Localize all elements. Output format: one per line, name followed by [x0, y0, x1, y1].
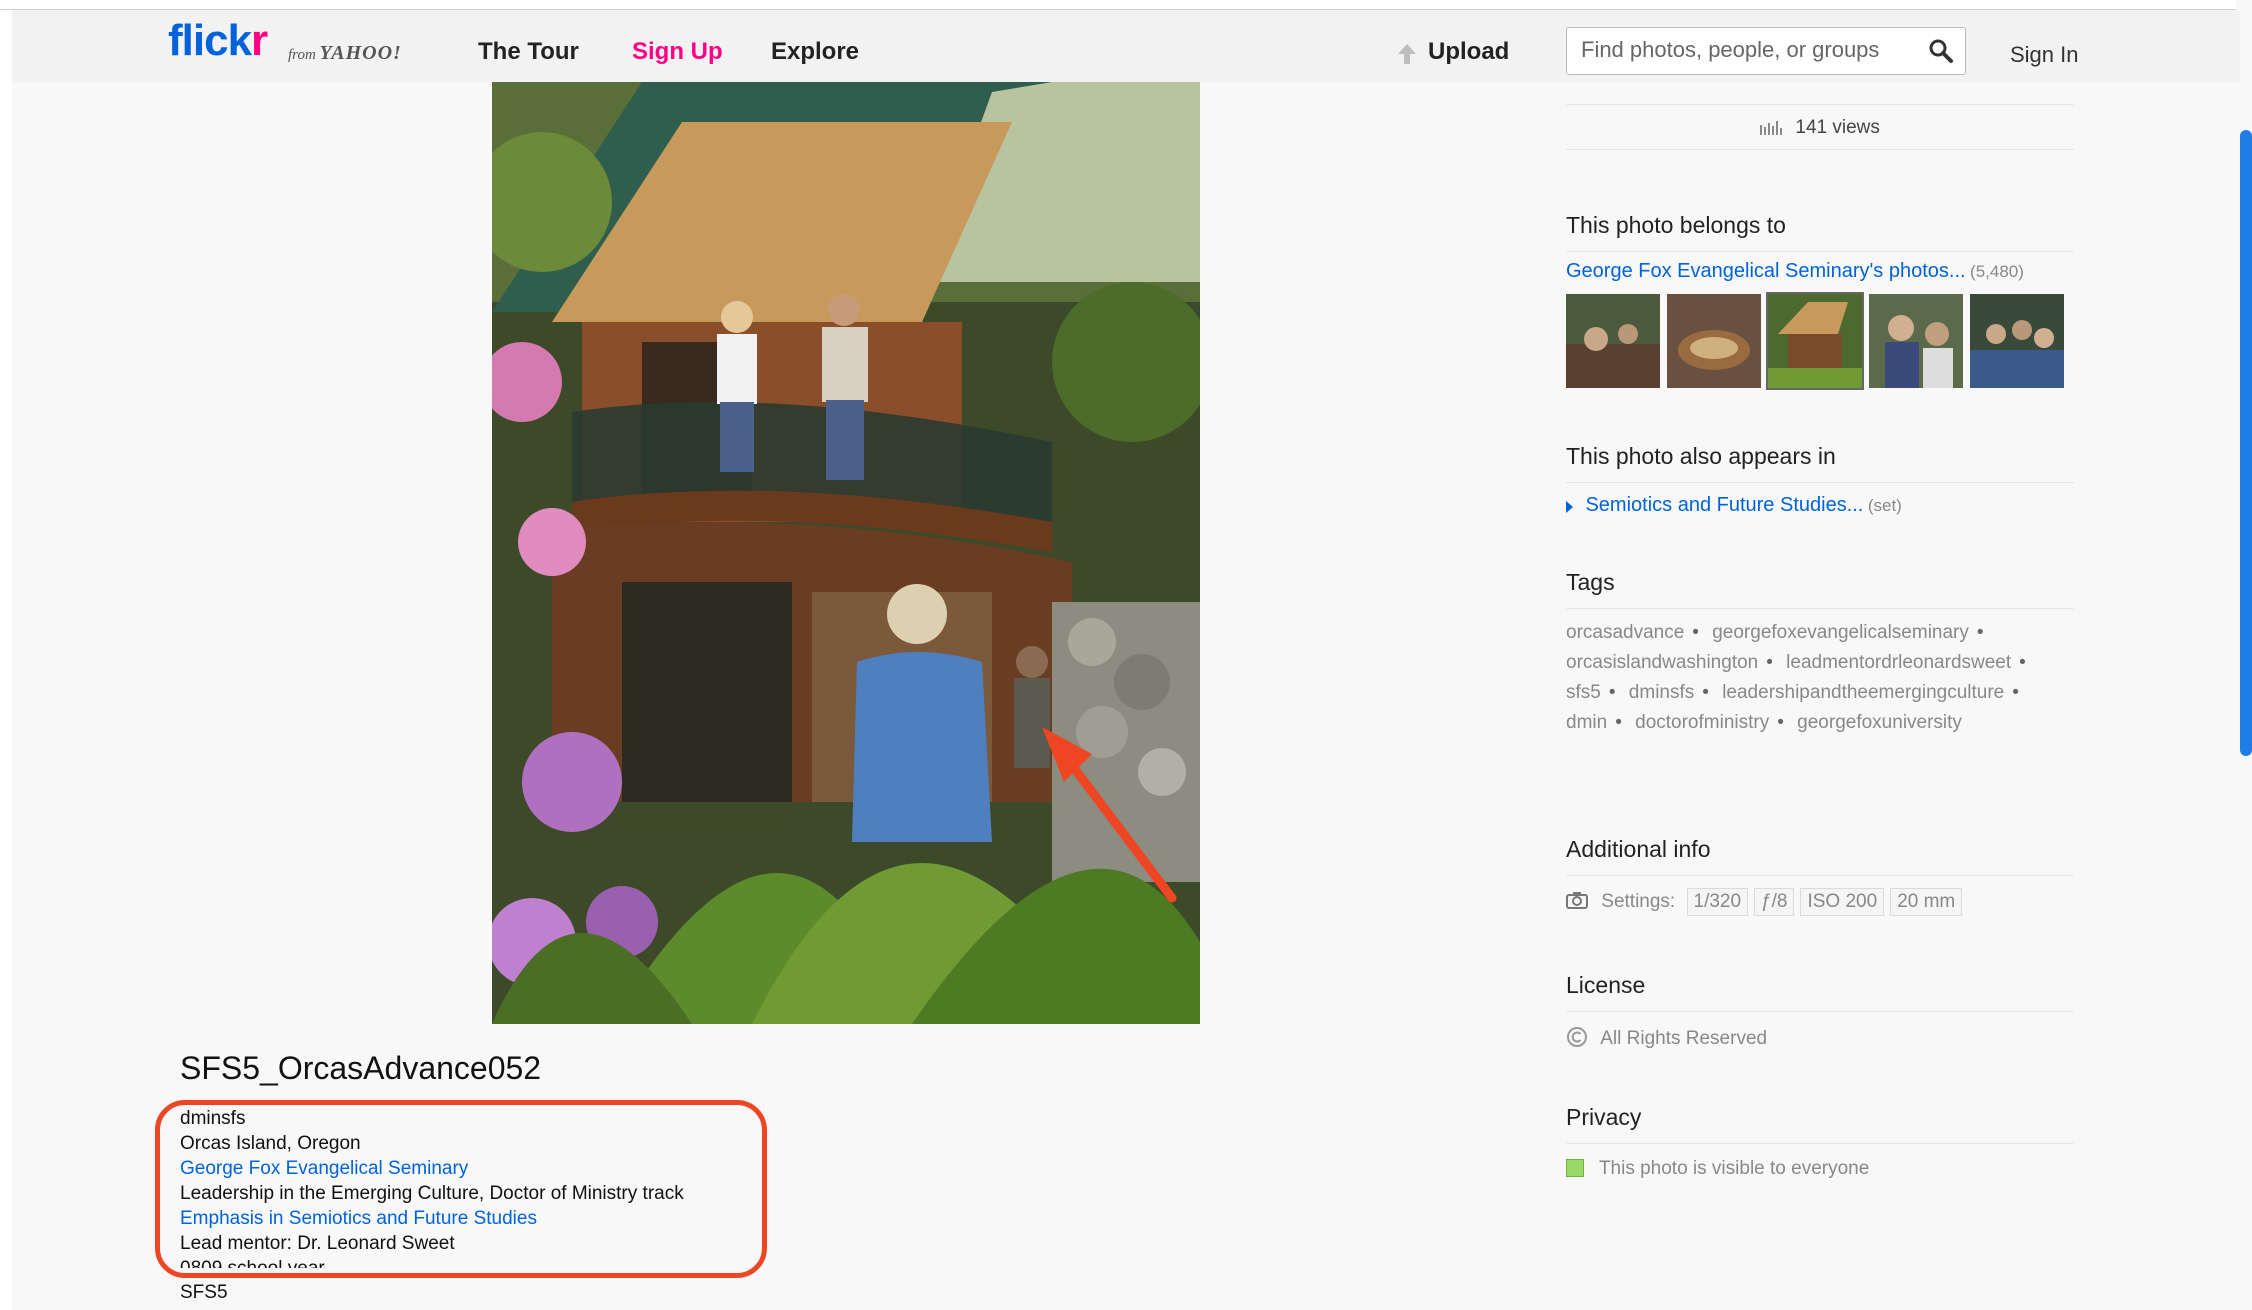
- logo-from: from: [288, 47, 316, 63]
- privacy-text: This photo is visible to everyone: [1598, 1158, 1870, 1179]
- tag-link[interactable]: doctorofministry: [1635, 712, 1769, 733]
- yahoo-logo: from YAHOO!: [288, 42, 402, 65]
- license-row: All Rights Reserved: [1566, 1026, 2074, 1050]
- views-row: 141 views: [1566, 104, 2074, 150]
- exif-setting-pill: ƒ/8: [1754, 888, 1795, 916]
- search-input[interactable]: [1567, 28, 1907, 72]
- nav-sign-up[interactable]: Sign Up: [632, 38, 723, 66]
- logo-r: r: [251, 16, 268, 65]
- tag-separator: •: [1692, 622, 1699, 643]
- photostream-row: George Fox Evangelical Seminary's photos…: [1566, 260, 2074, 283]
- tag-separator: •: [2019, 652, 2026, 673]
- license-text[interactable]: All Rights Reserved: [1600, 1028, 1767, 1049]
- sign-in-link[interactable]: Sign In: [2010, 42, 2079, 68]
- tag-link[interactable]: georgefoxuniversity: [1797, 712, 1962, 733]
- thumbnail-selected[interactable]: [1766, 292, 1864, 390]
- upload-arrow-icon: [1398, 44, 1416, 64]
- logo-yahoo: YAHOO!: [319, 42, 402, 64]
- settings-label: Settings:: [1601, 891, 1676, 912]
- vertical-scrollbar[interactable]: [2240, 130, 2252, 756]
- search-icon[interactable]: [1927, 37, 1955, 65]
- search-box: [1566, 27, 1966, 75]
- exif-setting-pill: 1/320: [1686, 888, 1749, 916]
- caret-right-icon: [1566, 500, 1573, 513]
- nav-the-tour[interactable]: The Tour: [478, 38, 579, 66]
- tag-separator: •: [1608, 682, 1616, 703]
- set-row: Semiotics and Future Studies... (set): [1566, 494, 2074, 517]
- tag-link[interactable]: dminsfs: [1629, 682, 1694, 703]
- belongs-heading: This photo belongs to: [1566, 212, 2074, 252]
- thumbnail[interactable]: [1970, 294, 2064, 388]
- views-count: 141 views: [1795, 117, 1880, 138]
- tags-heading: Tags: [1566, 569, 2074, 609]
- tag-link[interactable]: leadmentordrleonardsweet: [1786, 652, 2011, 673]
- copyright-icon: [1567, 1027, 1587, 1047]
- additional-info-heading: Additional info: [1566, 836, 2074, 876]
- photo-house-scene: [492, 82, 1200, 1024]
- settings-row: Settings: 1/320 ƒ/8 ISO 200 20 mm: [1566, 888, 2074, 916]
- appears-heading: This photo also appears in: [1566, 443, 2074, 483]
- tag-separator: •: [1976, 622, 1984, 643]
- tag-link[interactable]: leadershipandtheemergingculture: [1722, 682, 2004, 703]
- tag-link[interactable]: dmin: [1566, 712, 1607, 733]
- tag-link[interactable]: sfs5: [1566, 682, 1601, 703]
- nav-explore[interactable]: Explore: [771, 38, 859, 66]
- main-photo[interactable]: [492, 82, 1200, 1024]
- flickr-logo[interactable]: flickr: [168, 16, 268, 66]
- tag-link[interactable]: orcasislandwashington: [1566, 652, 1758, 673]
- tag-separator: •: [1615, 712, 1622, 733]
- exif-setting-pill: 20 mm: [1890, 888, 1963, 916]
- privacy-row: This photo is visible to everyone: [1566, 1158, 2074, 1180]
- logo-text: flick: [168, 16, 252, 65]
- tag-link[interactable]: georgefoxevangelicalseminary: [1712, 622, 1969, 643]
- tag-separator: •: [1777, 712, 1784, 733]
- exif-setting-pill: ISO 200: [1800, 888, 1885, 916]
- window-top-edge: [0, 0, 2252, 10]
- description-tag: SFS5: [180, 1282, 228, 1303]
- upload-link[interactable]: Upload: [1428, 38, 1509, 66]
- set-suffix: (set): [1867, 496, 1902, 515]
- tags-list: orcasadvance • georgefoxevangelicalsemina…: [1566, 618, 2066, 738]
- camera-icon: [1566, 892, 1588, 909]
- privacy-public-icon: [1566, 1159, 1584, 1177]
- photostream-link[interactable]: George Fox Evangelical Seminary's photos…: [1566, 260, 1966, 282]
- views-bars-icon: [1760, 120, 1783, 135]
- photostream-thumbnails: [1566, 292, 2066, 390]
- photo-title: SFS5_OrcasAdvance052: [180, 1050, 542, 1086]
- set-link[interactable]: Semiotics and Future Studies...: [1585, 494, 1863, 516]
- thumbnail[interactable]: [1566, 294, 1660, 388]
- tag-link[interactable]: orcasadvance: [1566, 622, 1684, 643]
- thumbnail[interactable]: [1667, 294, 1761, 388]
- license-heading: License: [1566, 972, 2074, 1012]
- tag-separator: •: [1766, 652, 1773, 673]
- thumbnail[interactable]: [1869, 294, 1963, 388]
- tag-separator: •: [1702, 682, 1709, 703]
- privacy-heading: Privacy: [1566, 1104, 2074, 1144]
- photostream-count: (5,480): [1970, 262, 2024, 281]
- annotation-highlight-box: [155, 1100, 767, 1278]
- tag-separator: •: [2012, 682, 2019, 703]
